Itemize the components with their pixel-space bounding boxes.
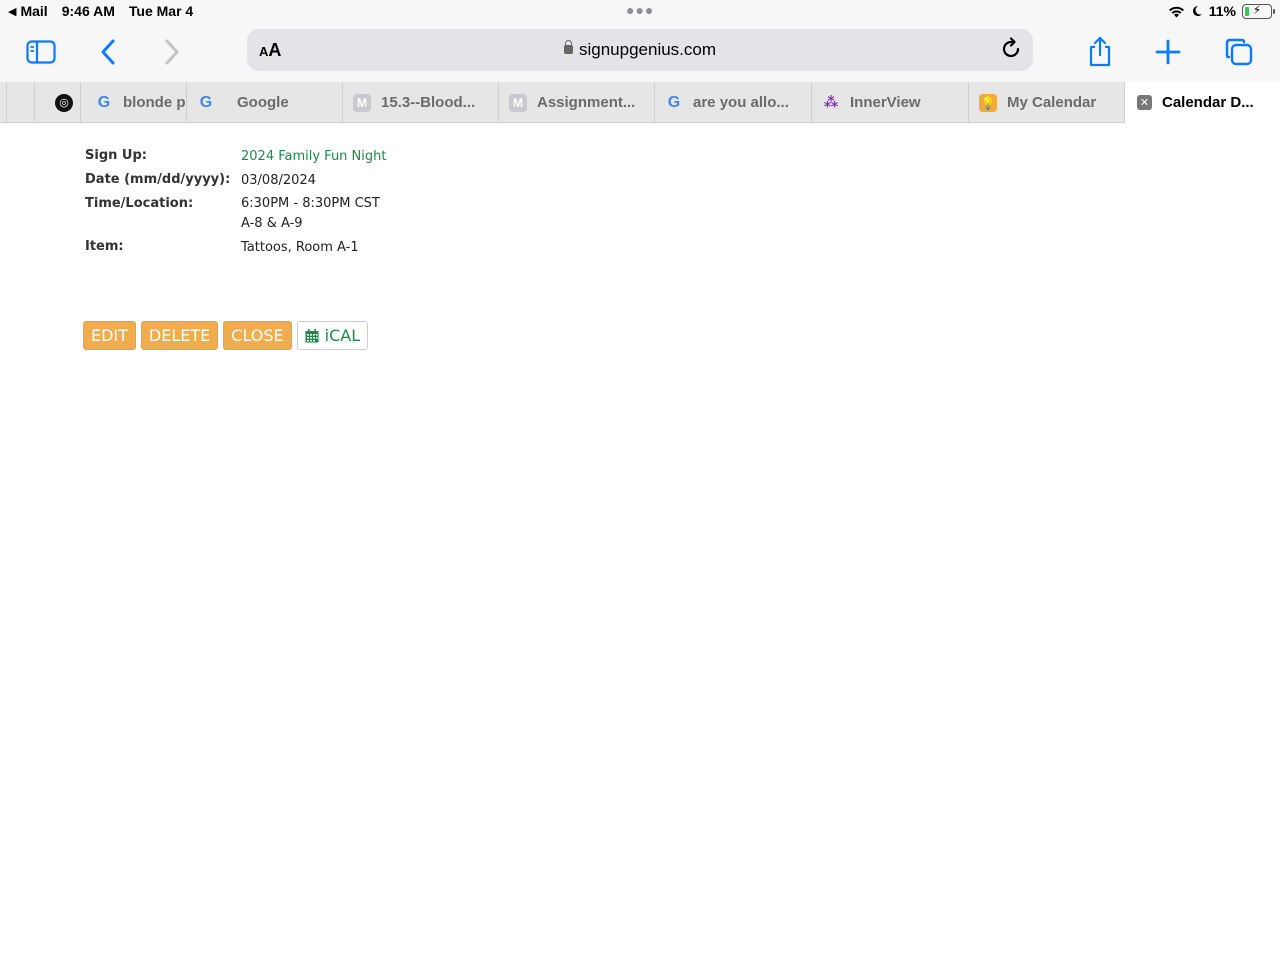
browser-toolbar: AA signupgenius.com [0, 24, 1280, 82]
tab-blonde[interactable]: G blonde p [80, 82, 186, 123]
tab-label: Google [237, 94, 289, 111]
tab-pinned-spacer [6, 82, 34, 123]
share-icon[interactable] [1080, 32, 1120, 72]
time-value: 6:30PM - 8:30PM CST [241, 196, 380, 211]
moon-icon [1192, 6, 1202, 16]
new-tab-icon[interactable] [1148, 32, 1188, 72]
status-bar: ◀ Mail 9:46 AM Tue Mar 4 ●●● 11% ⚡ [0, 0, 1280, 24]
calendar-icon [305, 328, 319, 342]
innerview-icon: ⁂ [823, 94, 839, 110]
m-icon: M [353, 93, 371, 112]
m-icon: M [509, 93, 527, 112]
back-app-label: Mail [20, 3, 48, 19]
url-text: signupgenius.com [578, 40, 717, 59]
tab-openai[interactable]: ◎ [34, 82, 80, 123]
tab-calendar-details[interactable]: ✕ Calendar D... [1124, 82, 1280, 123]
battery-percent: 11% [1208, 3, 1236, 19]
time-label: Time/Location: [85, 196, 194, 211]
item-label: Item: [85, 239, 124, 254]
lock-icon [563, 40, 573, 54]
item-value: Tattoos, Room A-1 [241, 240, 359, 255]
tab-are-you-allowed[interactable]: G are you allo... [654, 82, 811, 123]
google-icon: G [97, 93, 111, 111]
tab-label: 15.3--Blood... [381, 94, 476, 111]
signup-label: Sign Up: [85, 148, 147, 163]
tab-blood[interactable]: M 15.3--Blood... [342, 82, 498, 123]
date-value: 03/08/2024 [241, 173, 316, 188]
reload-icon[interactable] [999, 37, 1023, 61]
google-icon: G [199, 93, 213, 111]
tab-label: are you allo... [693, 94, 789, 111]
ical-button[interactable]: iCAL [296, 321, 369, 350]
date-label: Date (mm/dd/yyyy): [85, 172, 231, 187]
tab-my-calendar[interactable]: 💡 My Calendar [968, 82, 1124, 123]
tab-label: My Calendar [1007, 94, 1097, 111]
multitasking-dots-icon[interactable]: ●●● [626, 2, 654, 18]
tab-google[interactable]: G Google [186, 82, 342, 123]
forward-icon[interactable] [152, 32, 192, 72]
wifi-icon [1168, 6, 1184, 17]
back-icon[interactable] [88, 32, 128, 72]
google-icon: G [667, 93, 681, 111]
close-button[interactable]: CLOSE [223, 321, 292, 350]
status-date: Tue Mar 4 [128, 3, 194, 19]
tab-overview-icon[interactable] [1219, 32, 1259, 72]
back-triangle-icon: ◀ [8, 5, 17, 18]
close-icon[interactable]: ✕ [1137, 95, 1152, 110]
address-bar[interactable]: AA signupgenius.com [247, 29, 1033, 71]
tab-label: Calendar D... [1162, 94, 1254, 111]
tab-label: blonde p [123, 94, 186, 111]
signup-link[interactable]: 2024 Family Fun Night [241, 149, 386, 164]
edit-button[interactable]: EDIT [83, 321, 136, 350]
location-value: A-8 & A-9 [241, 216, 303, 231]
tab-label: InnerView [850, 94, 921, 111]
back-to-app[interactable]: ◀ Mail [8, 3, 48, 19]
tab-label: Assignment... [537, 94, 636, 111]
tab-assignment[interactable]: M Assignment... [498, 82, 654, 123]
battery-icon: ⚡ [1242, 3, 1275, 19]
calendar-icon: 💡 [979, 93, 997, 112]
status-time: 9:46 AM [61, 3, 115, 19]
action-buttons: EDIT DELETE CLOSE iCAL [83, 321, 369, 350]
openai-icon: ◎ [55, 93, 73, 112]
tab-strip: ◎ G blonde p G Google M 15.3--Blood... M… [0, 82, 1280, 123]
tab-innerview[interactable]: ⁂ InnerView [811, 82, 968, 123]
delete-button[interactable]: DELETE [140, 321, 219, 350]
sidebar-icon[interactable] [21, 32, 61, 72]
ical-label: iCAL [324, 326, 361, 345]
